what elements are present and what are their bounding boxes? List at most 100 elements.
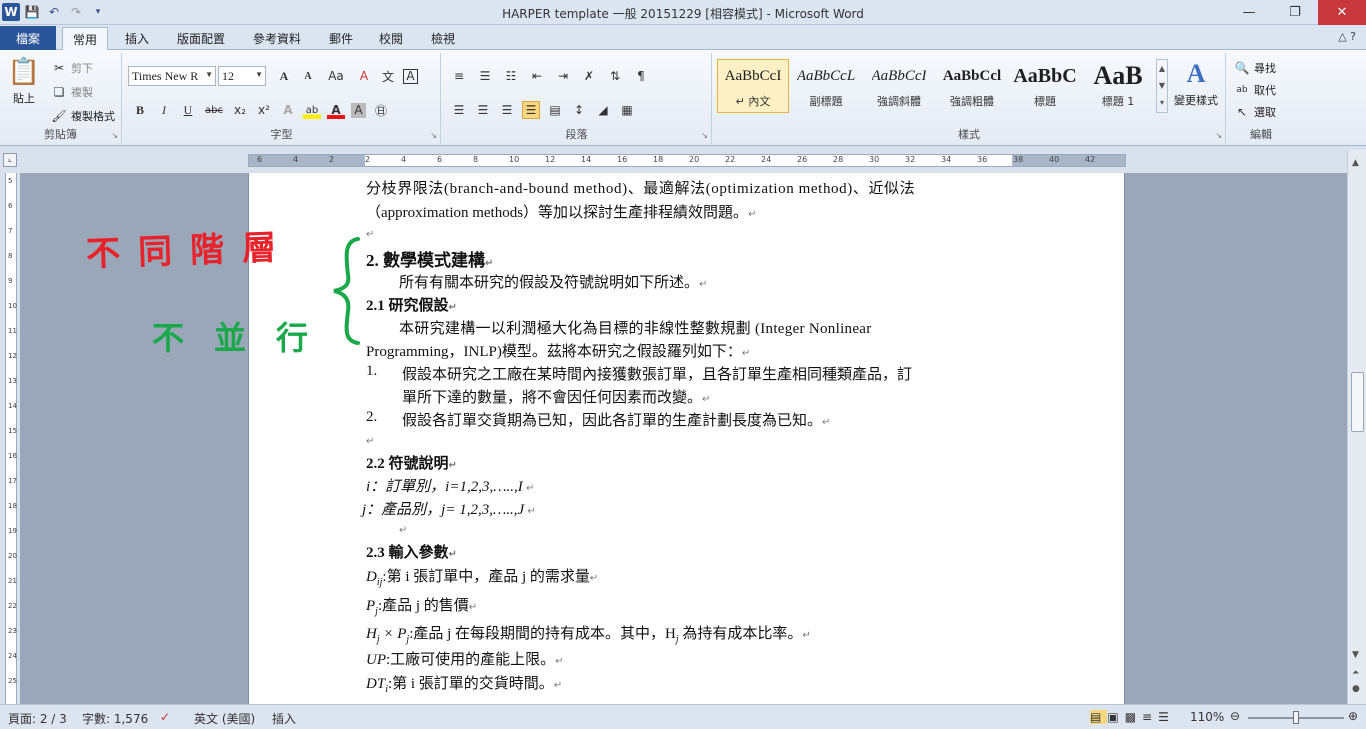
show-marks-icon[interactable]: ¶ (632, 67, 650, 85)
horizontal-ruler[interactable]: 6 4 2 2 4 6 8 10 12 14 16 18 20 22 24 26 28 30 32 34 36 38 40 4… (248, 154, 1126, 167)
clipboard-launcher-icon[interactable]: ↘ (111, 131, 118, 140)
underline-button[interactable]: U (179, 101, 197, 119)
bullets-icon[interactable]: ≡ (450, 67, 468, 85)
vertical-ruler-track[interactable]: 5 6 7 8 9 10 11 12 13 14 15 16 17 18 19 20 21 22 23 24 25 (5, 173, 17, 704)
clear-format-icon[interactable]: A (355, 67, 373, 85)
symbol-i-text: i：訂單別，i=1,2,3,…..,I (366, 479, 523, 495)
shading-icon[interactable]: ◢ (594, 101, 612, 119)
document-area[interactable]: 分枝界限法(branch-and-bound method)、最適解法(opti… (20, 173, 1347, 704)
zoom-out-icon[interactable]: ⊖ (1230, 709, 1240, 723)
tab-selector-icon[interactable]: ⌞ (3, 153, 17, 167)
close-icon[interactable]: ✕ (1318, 0, 1366, 25)
change-case-icon[interactable]: Aa (323, 67, 349, 85)
shrink-font-icon[interactable]: A (299, 67, 317, 85)
enclose-char-icon[interactable]: ㊐ (372, 101, 390, 119)
sort-icon[interactable]: ⇅ (606, 67, 624, 85)
font-size-combo[interactable]: 12 ▼ (218, 66, 266, 86)
outline-icon[interactable]: ≡ (1142, 710, 1158, 724)
text-effects-icon[interactable]: A (279, 101, 297, 119)
style-title[interactable]: AaBbC 標題 (1009, 59, 1081, 113)
format-painter-button[interactable]: 🖌 複製格式 (50, 107, 115, 125)
font-launcher-icon[interactable]: ↘ (430, 131, 437, 140)
minimize-icon[interactable]: — (1226, 0, 1272, 25)
multilevel-list-icon[interactable]: ☷ (502, 67, 520, 85)
line-spacing-icon[interactable]: ↕ (570, 101, 588, 119)
style-emphasis[interactable]: AaBbCcI 強調斜體 (863, 59, 935, 113)
highlight-button[interactable]: ab (303, 101, 321, 119)
justify-icon[interactable]: ☰ (522, 101, 540, 119)
param-hj-text-2: 為持有成本比率。 (678, 626, 803, 642)
zoom-slider-thumb[interactable] (1293, 711, 1299, 724)
browse-object-icon[interactable]: ● (1352, 684, 1360, 694)
char-border-icon[interactable]: A (403, 68, 418, 84)
numbering-icon[interactable]: ☰ (476, 67, 494, 85)
style-heading1[interactable]: AaB 標題 1 (1082, 59, 1154, 113)
style-preview: AaBbCcl (942, 67, 1002, 84)
tab-references[interactable]: 參考資料 (244, 27, 310, 50)
find-button[interactable]: 🔍 尋找 (1233, 59, 1276, 77)
cut-button[interactable]: ✂ 剪下 (50, 59, 93, 77)
borders-icon[interactable]: ▦ (618, 101, 636, 119)
align-left-icon[interactable]: ☰ (450, 101, 468, 119)
superscript-button[interactable]: x² (255, 101, 273, 119)
tab-view[interactable]: 檢視 (420, 27, 466, 50)
select-button[interactable]: ↖ 選取 (1233, 103, 1276, 121)
help-icon[interactable]: ? (1350, 30, 1356, 43)
paragraph-mark-icon: ↵ (524, 506, 536, 517)
copy-button[interactable]: ❏ 複製 (50, 83, 93, 101)
language-indicator[interactable]: 英文 (美國) (194, 710, 255, 727)
full-screen-reading-icon[interactable]: ▣ (1107, 710, 1124, 724)
scroll-up-icon[interactable]: ▲ (1352, 158, 1359, 168)
style-normal[interactable]: AaBbCcI ↵ 內文 (717, 59, 789, 113)
asian-layout-icon[interactable]: ✗ (580, 67, 598, 85)
zoom-in-icon[interactable]: ⊕ (1348, 709, 1358, 723)
tab-page-layout[interactable]: 版面配置 (168, 27, 234, 50)
change-styles-button[interactable]: A 變更樣式 (1171, 59, 1221, 108)
tab-insert[interactable]: 插入 (114, 27, 160, 50)
increase-indent-icon[interactable]: ⇥ (554, 67, 572, 85)
char-shading-icon[interactable]: A (351, 102, 366, 118)
paragraph-mark-icon: ↵ (448, 302, 457, 313)
strikethrough-button[interactable]: abc (203, 101, 225, 119)
vertical-scrollbar[interactable]: ▲ ▼ ⏶ ● (1347, 150, 1366, 704)
paragraph-launcher-icon[interactable]: ↘ (701, 131, 708, 140)
web-layout-icon[interactable]: ▩ (1125, 710, 1142, 724)
tab-review[interactable]: 校閱 (368, 27, 414, 50)
insert-mode-indicator[interactable]: 插入 (272, 710, 296, 727)
font-name-combo[interactable]: Times New R ▼ (128, 66, 216, 86)
print-layout-icon[interactable]: ▤ (1090, 710, 1108, 724)
align-center-icon[interactable]: ☰ (474, 101, 492, 119)
styles-scroll[interactable]: ▲ ▼ ▾ (1156, 59, 1168, 113)
tab-mailings[interactable]: 郵件 (318, 27, 364, 50)
tab-file[interactable]: 檔案 (0, 26, 56, 50)
replace-button[interactable]: ab 取代 (1233, 81, 1276, 99)
restore-icon[interactable]: ❐ (1272, 0, 1318, 25)
tab-home[interactable]: 常用 (62, 27, 108, 51)
styles-group: AaBbCcI ↵ 內文 AaBbCcL 副標題 AaBbCcI 強調斜體 AaBbC… (713, 53, 1226, 144)
phonetic-guide-icon[interactable]: 文 (379, 67, 397, 85)
word-count[interactable]: 字數: 1,576 (82, 710, 148, 727)
minimize-ribbon-icon[interactable]: △ (1338, 30, 1346, 43)
page-count[interactable]: 頁面: 2 / 3 (8, 710, 67, 727)
paste-button[interactable]: 📋 貼上 (6, 57, 42, 106)
proofing-icon[interactable]: ✓ (160, 710, 170, 724)
decrease-indent-icon[interactable]: ⇤ (528, 67, 546, 85)
font-color-button[interactable]: A (327, 101, 345, 119)
bold-button[interactable]: B (131, 101, 149, 119)
style-strong[interactable]: AaBbCcl 強調粗體 (936, 59, 1008, 113)
grow-font-icon[interactable]: A (275, 67, 293, 85)
distributed-icon[interactable]: ▤ (546, 101, 564, 119)
draft-icon[interactable]: ☰ (1158, 710, 1175, 724)
prev-page-icon[interactable]: ⏶ (1352, 668, 1359, 678)
align-right-icon[interactable]: ☰ (498, 101, 516, 119)
italic-button[interactable]: I (155, 101, 173, 119)
format-painter-icon: 🖌 (51, 109, 67, 123)
style-subtitle[interactable]: AaBbCcL 副標題 (790, 59, 862, 113)
scroll-down-icon[interactable]: ▼ (1352, 650, 1359, 660)
document-page[interactable]: 分枝界限法(branch-and-bound method)、最適解法(opti… (248, 173, 1125, 704)
subscript-button[interactable]: x₂ (231, 101, 249, 119)
styles-launcher-icon[interactable]: ↘ (1215, 131, 1222, 140)
scroll-thumb[interactable] (1351, 372, 1364, 432)
ruler-right-margin (1012, 155, 1125, 166)
zoom-level[interactable]: 110% (1190, 710, 1224, 724)
